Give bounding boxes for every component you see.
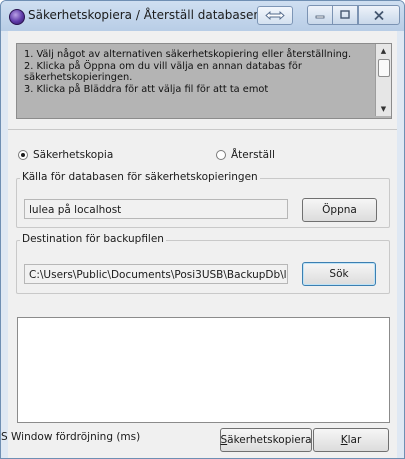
backup-button-mnemonic: S xyxy=(220,434,228,446)
close-button[interactable] xyxy=(358,5,400,25)
instructions-scrollbar[interactable]: ▲ ▼ xyxy=(375,44,391,116)
maximize-button[interactable] xyxy=(332,5,358,25)
restore-radio[interactable] xyxy=(216,150,226,160)
instruction-line: 1. Välj något av alternativen säkerhetsk… xyxy=(24,49,352,60)
minimize-button[interactable] xyxy=(307,5,333,25)
window-title: Säkerhetskopiera / Återställ databasen xyxy=(28,8,261,22)
instructions-text: 1. Välj något av alternativen säkerhetsk… xyxy=(24,49,370,95)
title-bar[interactable]: Säkerhetskopiera / Återställ databasen xyxy=(1,1,404,31)
app-icon xyxy=(9,9,25,25)
instruction-line: 2. Klicka på Öppna om du vill välja en a… xyxy=(24,60,302,72)
divider xyxy=(8,129,397,130)
backup-button-label: äkerhetskopiera xyxy=(227,434,312,446)
destination-group: Destination för backupfilen C:\Users\Pub… xyxy=(16,233,390,294)
destination-file-field[interactable]: C:\Users\Public\Documents\Posi3USB\Backu… xyxy=(24,264,288,284)
instructions-box: 1. Välj något av alternativen säkerhetsk… xyxy=(16,43,392,119)
backup-radio-label: Säkerhetskopia xyxy=(33,149,114,161)
swap-arrows-icon[interactable] xyxy=(257,6,293,25)
done-button-label: lar xyxy=(347,434,362,446)
scroll-up-arrow-icon[interactable]: ▲ xyxy=(376,44,391,58)
browse-button[interactable]: Sök xyxy=(302,262,376,286)
restore-radio-label: Återställ xyxy=(231,149,275,161)
instruction-line: säkerhetskopieringen. xyxy=(24,72,133,83)
restore-radio-option[interactable]: Återställ xyxy=(216,149,275,161)
backup-restore-window: Säkerhetskopiera / Återställ databasen 1… xyxy=(0,0,405,459)
source-group-label: Källa för databasen för säkerhetskopieri… xyxy=(20,171,260,183)
status-label: S Window fördröjning (ms) xyxy=(1,431,141,443)
done-button-mnemonic: K xyxy=(340,434,348,446)
backup-radio[interactable] xyxy=(18,150,28,160)
backup-button[interactable]: Säkerhetskopiera xyxy=(220,428,312,452)
source-database-field[interactable]: lulea på localhost xyxy=(24,199,288,219)
instruction-line: 3. Klicka på Bläddra för att välja fil f… xyxy=(24,83,269,95)
scroll-thumb[interactable] xyxy=(378,59,390,77)
source-group: Källa för databasen för säkerhetskopieri… xyxy=(16,171,390,228)
done-button[interactable]: Klar xyxy=(313,428,389,452)
dialog-body: 1. Välj något av alternativen säkerhetsk… xyxy=(1,31,397,458)
destination-group-label: Destination för backupfilen xyxy=(20,233,166,245)
scroll-down-arrow-icon[interactable]: ▼ xyxy=(376,102,391,116)
log-output[interactable] xyxy=(17,317,390,423)
backup-radio-option[interactable]: Säkerhetskopia xyxy=(18,149,113,161)
open-button[interactable]: Öppna xyxy=(302,198,377,222)
